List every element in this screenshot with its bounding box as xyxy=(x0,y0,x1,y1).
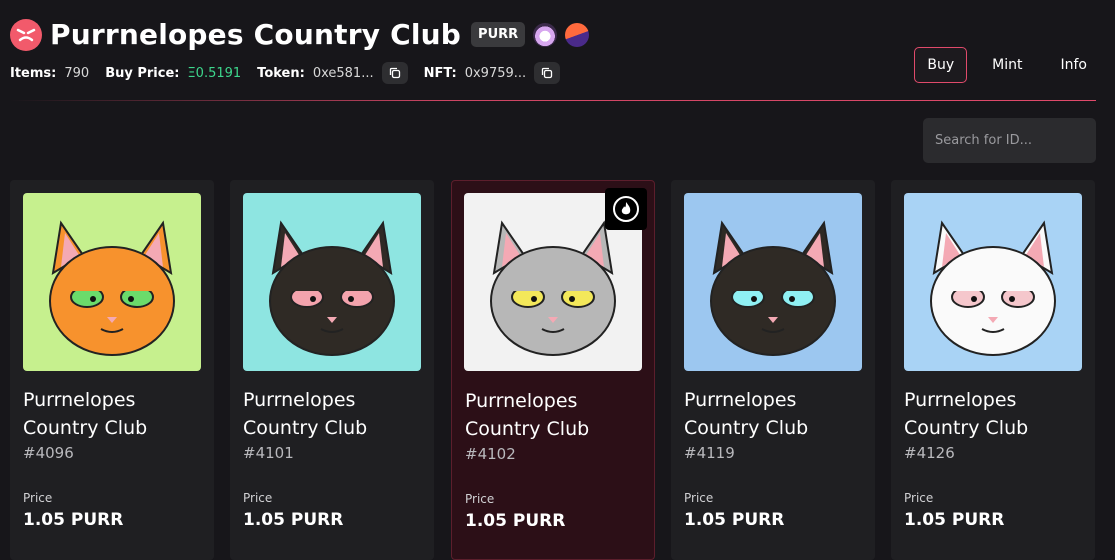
copy-icon xyxy=(542,67,553,79)
nft-name: Purrnelopes Country Club xyxy=(904,389,1029,439)
cat-right-eyelid xyxy=(1002,285,1034,291)
marketplace-eye-icon[interactable] xyxy=(533,22,558,47)
price-label: Price xyxy=(904,491,934,505)
nft-name: Purrnelopes Country Club xyxy=(465,390,590,440)
top-nav: Buy Mint Info xyxy=(902,47,1100,83)
cat-left-eyelid xyxy=(71,285,103,291)
price-value: 1.05 PURR xyxy=(465,511,566,531)
price-label: Price xyxy=(243,491,273,505)
price-value: 1.05 PURR xyxy=(23,510,124,530)
marketplace-orb-icon[interactable] xyxy=(565,22,590,47)
cat-right-eyelid xyxy=(782,285,814,291)
token-label: Token: xyxy=(257,65,305,81)
copy-icon xyxy=(389,67,400,79)
items-label: Items: xyxy=(10,65,57,81)
collection-stats: Items: 790 Buy Price: Ξ0.5191 Token: 0xe… xyxy=(10,62,576,84)
buy-price-label: Buy Price: xyxy=(105,65,180,81)
nft-image xyxy=(684,193,862,371)
cat-head xyxy=(930,246,1056,356)
cat-head xyxy=(49,246,175,356)
nft-card[interactable]: Purrnelopes Country Club #4119 Price 1.0… xyxy=(671,180,875,560)
cat-right-eyelid xyxy=(341,285,373,291)
cat-head xyxy=(269,246,395,356)
copy-token-button[interactable] xyxy=(381,62,408,84)
items-value: 790 xyxy=(64,65,90,81)
nft-address: 0x9759... xyxy=(464,65,527,81)
nft-name: Purrnelopes Country Club xyxy=(684,389,809,439)
nft-id: #4126 xyxy=(904,444,955,462)
tab-mint[interactable]: Mint xyxy=(979,47,1035,83)
header-divider xyxy=(10,100,1096,101)
price-value: 1.05 PURR xyxy=(904,510,1005,530)
cat-right-eyelid xyxy=(121,285,153,291)
tab-buy[interactable]: Buy xyxy=(914,47,968,83)
nft-id: #4102 xyxy=(465,445,516,463)
nft-card[interactable]: Purrnelopes Country Club #4101 Price 1.0… xyxy=(230,180,434,560)
cat-left-eyelid xyxy=(952,285,984,291)
cat-left-eyelid xyxy=(732,285,764,291)
page-title: Purrnelopes Country Club xyxy=(50,18,462,51)
nft-id: #4096 xyxy=(23,444,74,462)
nft-image xyxy=(904,193,1082,371)
cat-head xyxy=(710,246,836,356)
cat-right-pupil xyxy=(348,296,354,302)
nft-image xyxy=(243,193,421,371)
cat-left-pupil xyxy=(90,296,96,302)
nft-name: Purrnelopes Country Club xyxy=(23,389,148,439)
cat-head xyxy=(490,246,616,356)
collection-header: Purrnelopes Country Club PURR xyxy=(10,18,590,51)
cat-right-pupil xyxy=(789,296,795,302)
cat-right-pupil xyxy=(128,296,134,302)
nft-image xyxy=(23,193,201,371)
angry-cat-face-icon xyxy=(10,18,42,51)
copy-nft-button[interactable] xyxy=(534,62,561,84)
search-input[interactable] xyxy=(923,118,1096,163)
cat-left-eyelid xyxy=(512,285,544,291)
nft-card-selected[interactable]: Purrnelopes Country Club #4102 Price 1.0… xyxy=(451,180,655,560)
nft-name: Purrnelopes Country Club xyxy=(243,389,368,439)
nft-id: #4119 xyxy=(684,444,735,462)
nft-card[interactable]: Purrnelopes Country Club #4126 Price 1.0… xyxy=(891,180,1095,560)
cat-right-eyelid xyxy=(562,285,594,291)
price-value: 1.05 PURR xyxy=(243,510,344,530)
nft-label: NFT: xyxy=(423,65,457,81)
price-label: Price xyxy=(465,492,495,506)
cat-left-pupil xyxy=(751,296,757,302)
price-label: Price xyxy=(23,491,53,505)
nft-id: #4101 xyxy=(243,444,294,462)
cat-left-pupil xyxy=(971,296,977,302)
token-address: 0xe581... xyxy=(312,65,374,81)
cat-right-pupil xyxy=(1009,296,1015,302)
ticker-badge: PURR xyxy=(471,22,526,47)
price-label: Price xyxy=(684,491,714,505)
tab-info[interactable]: Info xyxy=(1048,47,1101,83)
buy-price-value: Ξ0.5191 xyxy=(187,65,242,81)
flame-icon[interactable] xyxy=(605,188,647,230)
nft-card[interactable]: Purrnelopes Country Club #4096 Price 1.0… xyxy=(10,180,214,560)
cat-left-eyelid xyxy=(291,285,323,291)
cat-left-pupil xyxy=(310,296,316,302)
cat-right-pupil xyxy=(569,296,575,302)
cat-left-pupil xyxy=(531,296,537,302)
price-value: 1.05 PURR xyxy=(684,510,785,530)
